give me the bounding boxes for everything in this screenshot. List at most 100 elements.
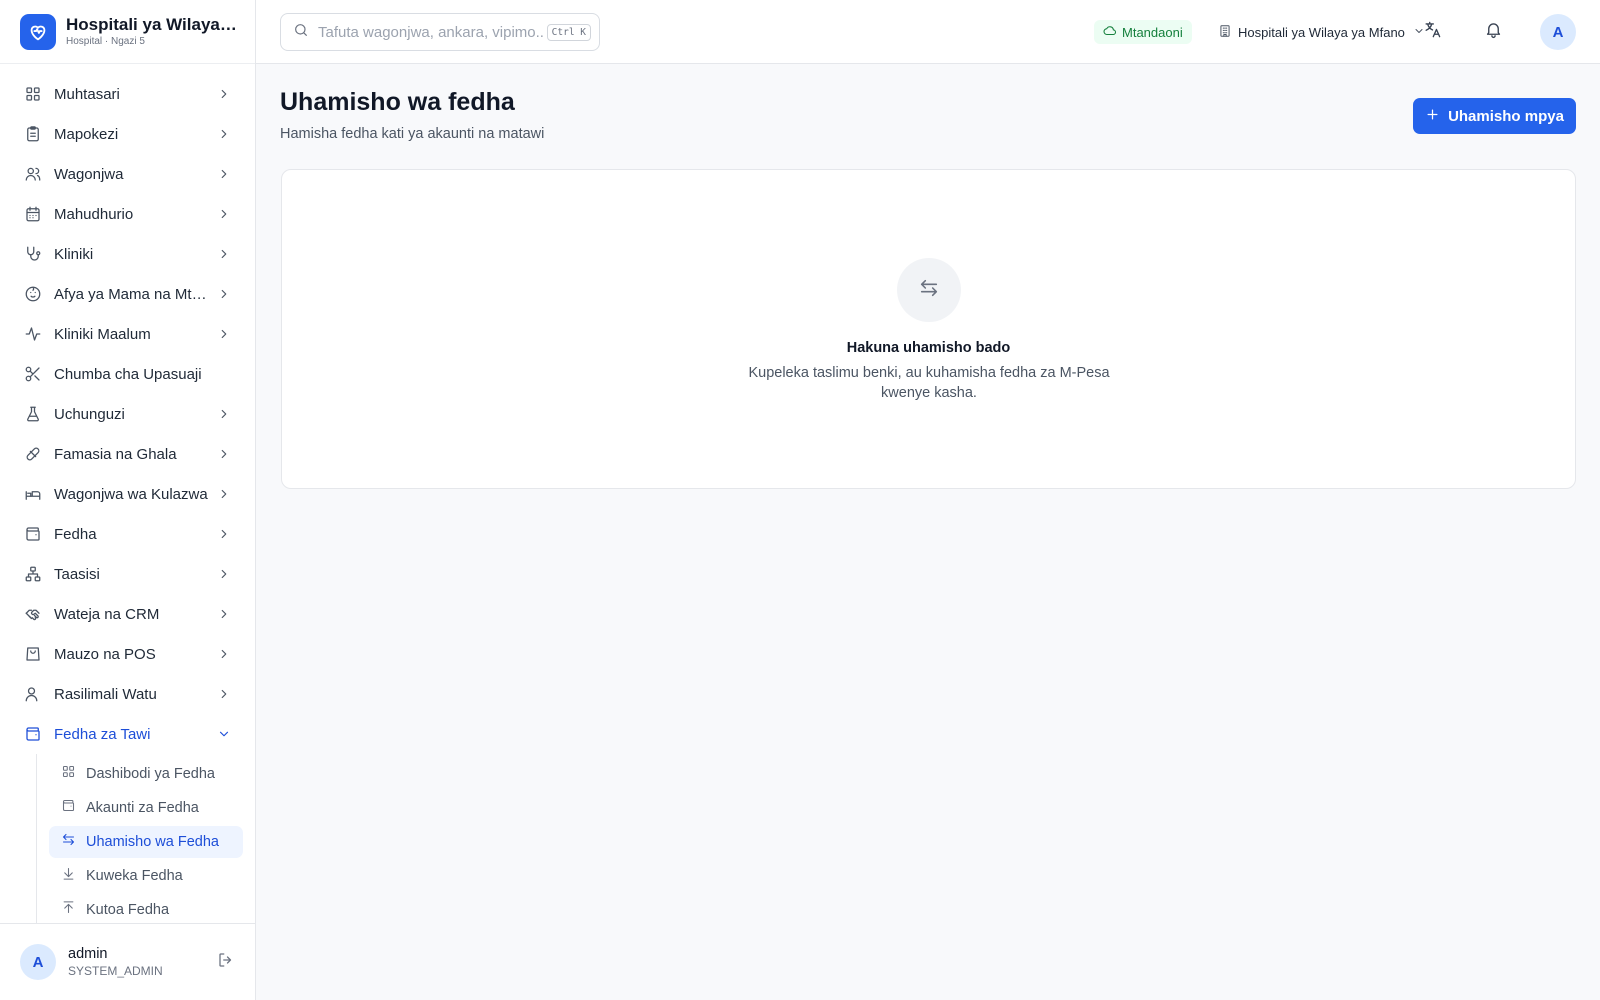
chevron-right-icon <box>217 447 231 461</box>
sidebar-item-label: Famasia na Ghala <box>54 445 177 463</box>
global-search[interactable]: Ctrl K <box>280 13 600 51</box>
chevron-right-icon <box>217 287 231 301</box>
plus-icon <box>1425 107 1448 126</box>
chevron-right-icon <box>217 607 231 621</box>
new-transfer-button[interactable]: Uhamisho mpya <box>1413 98 1576 134</box>
facility-selector[interactable]: Hospitali ya Wilaya ya Mfano <box>1218 20 1425 44</box>
sidebar-item-label: Afya ya Mama na Mtoto <box>54 285 209 303</box>
facility-name: Hospitali ya Wilaya ya Mfano <box>1238 24 1405 40</box>
chevron-right-icon <box>217 207 231 221</box>
translate-icon <box>1423 20 1442 44</box>
sidebar-item-mahudhurio[interactable]: Mahudhurio <box>0 194 255 234</box>
wallet-icon <box>24 725 42 743</box>
online-status-label: Mtandaoni <box>1122 24 1183 40</box>
chevron-right-icon <box>217 687 231 701</box>
wallet-icon <box>61 798 76 818</box>
sidebar-subitem-kutoa[interactable]: Kutoa Fedha <box>49 894 243 926</box>
empty-state-card: Hakuna uhamisho bado Kupeleka taslimu be… <box>281 169 1576 489</box>
sidebar-item-rasilimali-watu[interactable]: Rasilimali Watu <box>0 674 255 714</box>
activity-icon <box>24 325 42 343</box>
sidebar-item-uchunguzi[interactable]: Uchunguzi <box>0 394 255 434</box>
sidebar-subitem-label: Uhamisho wa Fedha <box>86 834 219 850</box>
sidebar-item-mauzo-pos[interactable]: Mauzo na POS <box>0 634 255 674</box>
sidebar-subitem-kuweka[interactable]: Kuweka Fedha <box>49 860 243 892</box>
sidebar-item-label: Wagonjwa <box>54 165 124 183</box>
brand-header[interactable]: Hospitali ya Wilaya ya Mfano Hospital · … <box>0 0 255 64</box>
empty-state-description: Kupeleka taslimu benki, au kuhamisha fed… <box>748 365 1110 401</box>
users-icon <box>24 165 42 183</box>
sidebar-item-kliniki-maalum[interactable]: Kliniki Maalum <box>0 314 255 354</box>
chevron-right-icon <box>217 527 231 541</box>
online-status-badge: Mtandaoni <box>1094 20 1192 44</box>
search-input[interactable] <box>318 23 543 41</box>
transfer-icon <box>61 832 76 852</box>
chevron-right-icon <box>217 247 231 261</box>
sidebar-subitem-label: Dashibodi ya Fedha <box>86 766 215 782</box>
user-name: admin <box>68 946 108 962</box>
notifications-button[interactable] <box>1479 18 1507 46</box>
sidebar-subitem-label: Akaunti za Fedha <box>86 800 199 816</box>
sidebar-item-label: Rasilimali Watu <box>54 685 157 703</box>
search-shortcut-hint: Ctrl K <box>546 23 591 41</box>
sidebar-item-label: Wateja na CRM <box>54 605 160 623</box>
sidebar-item-label: Mahudhurio <box>54 205 134 223</box>
page-subtitle: Hamisha fedha kati ya akaunti na matawi <box>280 126 545 142</box>
language-button[interactable] <box>1418 18 1446 46</box>
bed-icon <box>24 485 42 503</box>
sidebar-item-famasia-ghala[interactable]: Famasia na Ghala <box>0 434 255 474</box>
heart-logo-icon <box>20 13 56 50</box>
logout-icon[interactable] <box>217 951 235 974</box>
grid-icon <box>61 764 76 784</box>
sidebar-item-label: Kliniki <box>54 245 94 263</box>
user-avatar[interactable]: A <box>20 944 56 980</box>
chevron-right-icon <box>217 327 231 341</box>
user-footer: A admin SYSTEM_ADMIN <box>0 923 255 1000</box>
sidebar-nav: Muhtasari Mapokezi Wagonjwa Mahudhurio K… <box>0 74 255 930</box>
sidebar-item-wagonjwa[interactable]: Wagonjwa <box>0 154 255 194</box>
sidebar-item-fedha-za-tawi[interactable]: Fedha za Tawi <box>0 714 255 754</box>
sidebar-item-afya-mama-mtoto[interactable]: Afya ya Mama na Mtoto <box>0 274 255 314</box>
sidebar-item-label: Fedha <box>54 525 97 543</box>
brand-subtitle: Hospital · Ngazi 5 <box>66 36 145 47</box>
sidebar-item-wagonjwa-kulazwa[interactable]: Wagonjwa wa Kulazwa <box>0 474 255 514</box>
chevron-down-icon <box>217 727 231 741</box>
page-title: Uhamisho wa fedha <box>280 88 515 116</box>
download-icon <box>61 866 76 886</box>
search-icon <box>293 22 309 43</box>
sidebar-item-label: Uchunguzi <box>54 405 125 423</box>
sidebar-item-mapokezi[interactable]: Mapokezi <box>0 114 255 154</box>
chevron-right-icon <box>217 567 231 581</box>
brand-title: Hospitali ya Wilaya ya Mfano <box>66 15 235 34</box>
flask-icon <box>24 405 42 423</box>
network-icon <box>24 565 42 583</box>
wallet-icon <box>24 525 42 543</box>
sidebar-item-label: Fedha za Tawi <box>54 725 151 743</box>
chevron-right-icon <box>217 127 231 141</box>
sidebar-subitem-akaunti[interactable]: Akaunti za Fedha <box>49 792 243 824</box>
sidebar-item-fedha[interactable]: Fedha <box>0 514 255 554</box>
sidebar-item-muhtasari[interactable]: Muhtasari <box>0 74 255 114</box>
transfer-icon <box>918 277 940 304</box>
sidebar-item-wateja-crm[interactable]: Wateja na CRM <box>0 594 255 634</box>
fedha-za-tawi-submenu: Dashibodi ya Fedha Akaunti za Fedha Uham… <box>36 754 255 930</box>
upload-icon <box>61 900 76 920</box>
user-icon <box>24 685 42 703</box>
sidebar-item-taasisi[interactable]: Taasisi <box>0 554 255 594</box>
sidebar-item-label: Muhtasari <box>54 85 120 103</box>
chevron-right-icon <box>217 647 231 661</box>
sidebar-item-label: Chumba cha Upasuaji <box>54 365 202 383</box>
sidebar-subitem-dashibodi[interactable]: Dashibodi ya Fedha <box>49 758 243 790</box>
building-icon <box>1218 24 1232 41</box>
pill-icon <box>24 445 42 463</box>
sidebar-item-chumba-upasuaji[interactable]: Chumba cha Upasuaji <box>0 354 255 394</box>
sidebar-subitem-label: Kuweka Fedha <box>86 868 183 884</box>
calendar-icon <box>24 205 42 223</box>
sidebar-subitem-uhamisho[interactable]: Uhamisho wa Fedha <box>49 826 243 858</box>
scissors-icon <box>24 365 42 383</box>
chevron-right-icon <box>217 487 231 501</box>
sidebar-item-kliniki[interactable]: Kliniki <box>0 234 255 274</box>
sidebar-item-label: Mapokezi <box>54 125 119 143</box>
new-transfer-label: Uhamisho mpya <box>1448 107 1564 125</box>
stethoscope-icon <box>24 245 42 263</box>
profile-avatar[interactable]: A <box>1540 14 1576 50</box>
